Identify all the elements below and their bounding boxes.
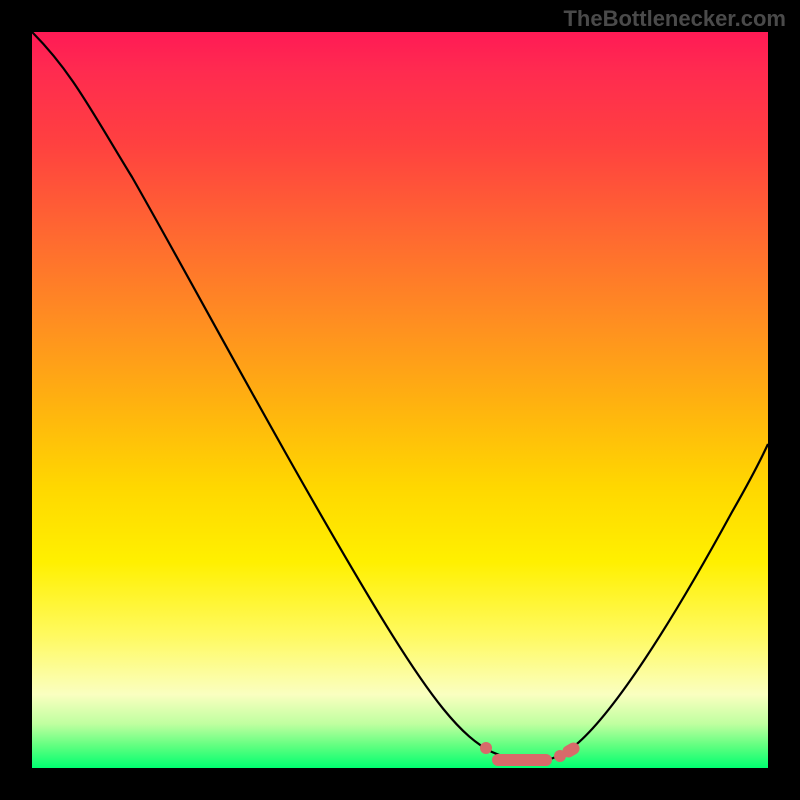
chart-container: TheBottlenecker.com [0,0,800,800]
min-marker-bar [492,754,552,766]
plot-area [32,32,768,768]
bottleneck-curve [32,32,768,768]
min-dot-left [480,742,492,754]
curve-path [32,32,768,762]
watermark-text: TheBottlenecker.com [563,6,786,32]
